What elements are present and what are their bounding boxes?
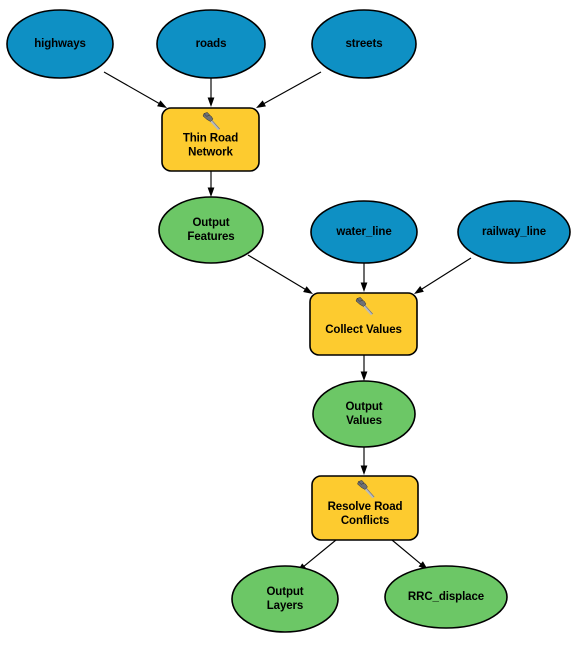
connector-line — [302, 539, 337, 568]
connector-streets-to-thin-road-network[interactable] — [256, 71, 322, 108]
node-label-line: RRC_displace — [408, 591, 484, 603]
connector-line — [262, 71, 322, 105]
node-label-line: Thin Road — [183, 133, 238, 145]
model-diagram: highways roads streets Thin Road Network Outp… — [6, 9, 571, 633]
connector-arrow-icon — [360, 371, 368, 381]
node-output-layers[interactable]: Output Layers — [231, 565, 339, 633]
output-data-ellipse[interactable] — [312, 380, 416, 448]
node-output-features[interactable]: Output Features — [158, 196, 264, 264]
connector-railway-line-to-collect-values[interactable] — [414, 257, 472, 294]
node-streets[interactable]: streets — [311, 9, 417, 79]
node-roads[interactable]: roads — [156, 9, 266, 79]
connector-output-features-to-collect-values[interactable] — [247, 254, 313, 294]
connector-arrow-icon — [207, 187, 215, 197]
node-label-line: railway_line — [482, 226, 546, 238]
node-label-line: Network — [188, 147, 233, 159]
node-label: water_line — [335, 226, 391, 238]
node-railway-line[interactable]: railway_line — [457, 200, 571, 264]
connector-line — [420, 257, 472, 291]
node-label-line: Output — [192, 217, 229, 229]
node-thin-road-network[interactable]: Thin Road Network — [161, 107, 260, 172]
connector-resolve-road-conflicts-to-rrc-displace[interactable] — [391, 539, 428, 570]
connector-thin-road-network-to-output-features[interactable] — [207, 171, 215, 197]
node-label: Collect Values — [325, 324, 402, 336]
node-water-line[interactable]: water_line — [310, 200, 418, 264]
connector-arrow-icon — [414, 286, 424, 294]
node-label-line: Output — [345, 401, 382, 413]
node-label-line: Collect Values — [325, 324, 402, 336]
node-label-line: water_line — [335, 226, 391, 238]
node-label: highways — [34, 38, 86, 50]
node-label: RRC_displace — [408, 591, 484, 603]
model-builder-canvas[interactable]: highways roads streets Thin Road Network Outp… — [0, 0, 577, 649]
connector-collect-values-to-output-values[interactable] — [360, 355, 368, 381]
node-rrc-displace[interactable]: RRC_displace — [384, 565, 508, 629]
output-data-ellipse[interactable] — [158, 196, 264, 264]
connector-line — [103, 71, 161, 105]
connector-roads-to-thin-road-network[interactable] — [207, 78, 215, 107]
node-label: streets — [345, 38, 382, 50]
connector-arrow-icon — [157, 100, 167, 108]
node-label-line: Features — [187, 231, 234, 243]
connector-water-line-to-collect-values[interactable] — [360, 263, 368, 292]
node-label-line: roads — [196, 38, 227, 50]
node-label: railway_line — [482, 226, 546, 238]
node-label-line: streets — [345, 38, 382, 50]
node-collect-values[interactable]: Collect Values — [309, 292, 418, 356]
node-resolve-road-conflicts[interactable]: Resolve Road Conflicts — [311, 475, 419, 541]
node-label-line: highways — [34, 38, 86, 50]
output-data-ellipse[interactable] — [231, 565, 339, 633]
connector-highways-to-thin-road-network[interactable] — [103, 71, 167, 108]
node-label-line: Resolve Road — [328, 501, 403, 513]
node-label-line: Layers — [267, 600, 303, 612]
node-label-line: Values — [346, 415, 382, 427]
node-highways[interactable]: highways — [6, 9, 114, 79]
connector-arrow-icon — [256, 100, 266, 108]
connector-line — [391, 539, 423, 566]
node-label: roads — [196, 38, 227, 50]
node-output-values[interactable]: Output Values — [312, 380, 416, 448]
connector-arrow-icon — [207, 97, 215, 107]
node-label-line: Conflicts — [341, 515, 389, 527]
connector-output-values-to-resolve-road-conflicts[interactable] — [360, 447, 368, 475]
connector-arrow-icon — [360, 282, 368, 292]
node-label-line: Output — [266, 586, 303, 598]
connector-arrow-icon — [303, 286, 313, 294]
connector-line — [247, 254, 307, 291]
nodes-layer: highways roads streets Thin Road Network Outp… — [6, 9, 571, 633]
connector-arrow-icon — [360, 465, 368, 475]
